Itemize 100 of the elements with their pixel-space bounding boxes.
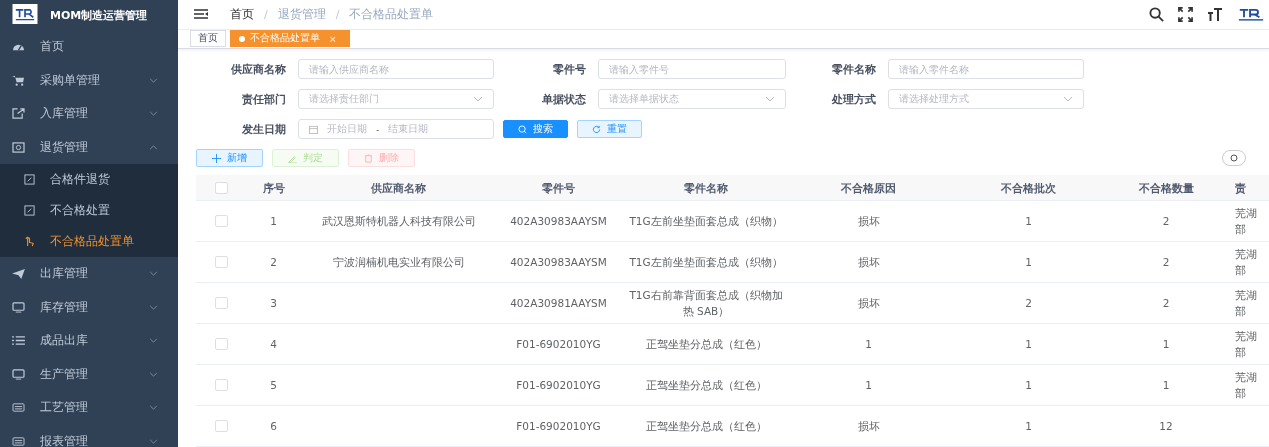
menu-item[interactable]: 库存管理 [0, 290, 178, 324]
table-cell-text: T1G左前坐垫面套总成（织物） [629, 255, 783, 270]
column-header: 零件号 [542, 180, 575, 196]
field-label: 处理方式 [831, 91, 877, 107]
menu-icon[interactable] [194, 9, 208, 20]
table-cell-text: 1 [1025, 337, 1032, 352]
table-cell-text: 1 [1025, 378, 1032, 393]
menu-item[interactable]: 工艺管理 [0, 391, 178, 425]
checkbox[interactable] [214, 256, 228, 268]
table-cell-text: 402A30981AAYSM [510, 296, 607, 311]
menu-item[interactable]: 出库管理 [0, 257, 178, 291]
table-cell-text: T1G右前靠背面套总成（织物加热 SAB） [629, 288, 783, 319]
checkbox[interactable] [214, 420, 228, 432]
table-cell-text: 6 [270, 419, 277, 434]
menu-item[interactable]: 退货管理 [0, 130, 178, 164]
table-cell-text: 1 [865, 337, 872, 352]
calendar-icon [309, 124, 318, 134]
refresh-icon [592, 124, 601, 134]
menu-item[interactable]: 报表管理 [0, 424, 178, 447]
field-label: 零件号 [552, 61, 587, 77]
menu-item[interactable]: 生产管理 [0, 357, 178, 391]
cart-icon [12, 74, 25, 86]
table-cell-text: 1 [1025, 255, 1032, 270]
field-label: 发生日期 [241, 121, 287, 137]
table-cell-text: 损坏 [857, 255, 880, 270]
table-cell-text: 1 [865, 378, 872, 393]
table-cell-text: 芜湖部 [1235, 247, 1258, 278]
date-range-field[interactable]: 开始日期 - 结束日期 [298, 119, 494, 139]
submenu-item[interactable]: 合格件退货 [0, 164, 178, 195]
fullscreen-icon[interactable] [1178, 6, 1193, 22]
column-header: 序号 [262, 180, 285, 196]
monitor-icon [12, 368, 25, 380]
checkbox[interactable] [214, 181, 228, 194]
page-tab[interactable]: 首页 [190, 30, 226, 48]
column-header: 不合格数量 [1138, 180, 1194, 196]
table-cell-text: 2 [1162, 296, 1170, 311]
checkbox[interactable] [214, 379, 228, 391]
table-cell-text: 芜湖部 [1235, 206, 1258, 237]
field-label: 供应商名称 [230, 61, 287, 77]
table-cell-text: 1 [1162, 378, 1170, 393]
checkbox[interactable] [214, 297, 228, 309]
monitor-icon [12, 301, 25, 313]
menu-item[interactable]: 首页 [0, 30, 178, 64]
table-cell-text: 1 [1025, 214, 1032, 229]
edit-icon [24, 205, 35, 216]
checkbox[interactable] [214, 215, 228, 227]
table-cell-text: 芜湖部 [1235, 288, 1258, 319]
table-cell-text: 正驾坐垫分总成（红色） [645, 337, 767, 352]
input-field[interactable]: 请输入零件号 [598, 59, 786, 79]
keyboard-icon [12, 402, 25, 414]
menu-item[interactable]: 入库管理 [0, 97, 178, 131]
table-cell-text: 2 [270, 255, 277, 270]
avatar-logo-icon[interactable] [1237, 6, 1265, 22]
field-label: 单据状态 [541, 91, 587, 107]
table-cell-text: 损坏 [857, 296, 880, 311]
table-cell-text: 3 [270, 296, 277, 311]
table-cell-text: 芜湖部 [1235, 329, 1258, 360]
edit-icon [288, 153, 297, 163]
checkbox[interactable] [214, 338, 228, 350]
chevron-icon [1063, 96, 1073, 102]
export-icon [12, 108, 25, 120]
table-cell-text: 1 [1025, 419, 1032, 434]
table-cell-text: 2 [1162, 214, 1170, 229]
table-cell-text: F01-6902010YG [516, 378, 601, 393]
table-cell-text: 2 [1162, 255, 1170, 270]
submenu-item[interactable]: 不合格处置 [0, 195, 178, 226]
table-cell-text: 正驾坐垫分总成（红色） [645, 378, 767, 393]
table-cell-text: 2 [1025, 296, 1032, 311]
breadcrumb-separator: / [264, 7, 268, 21]
table-cell-text: 芜湖部 [1235, 370, 1258, 401]
submenu-item[interactable]: 不合格品处置单 [0, 226, 178, 257]
breadcrumb-item[interactable]: 首页 [230, 6, 254, 22]
breadcrumb-separator: / [335, 7, 340, 21]
paper-plane-icon [12, 268, 25, 280]
field-label: 责任部门 [241, 91, 287, 107]
trash-icon [364, 153, 373, 163]
table-cell-text: T1G左前坐垫面套总成（织物） [629, 214, 783, 229]
column-header: 不合格原因 [841, 180, 896, 196]
input-field[interactable]: 请输入供应商名称 [298, 59, 494, 79]
chevron-icon [765, 96, 775, 102]
column-header: 不合格批次 [1001, 180, 1056, 196]
column-header: 责 [1235, 180, 1247, 196]
menu-item[interactable]: 成品出库 [0, 324, 178, 358]
table-cell-text: 武汉恩斯特机器人科技有限公司 [321, 214, 476, 229]
breadcrumb-item: 不合格品处置单 [349, 6, 434, 22]
table-cell-text: 402A30983AAYSM [510, 214, 607, 229]
column-header: 供应商名称 [371, 180, 426, 196]
edit-icon [24, 174, 35, 185]
table-cell-text: 宁波润楠机电实业有限公司 [332, 255, 465, 270]
table-cell-text: 4 [270, 337, 277, 352]
table-cell-text: F01-6902010YG [516, 419, 601, 434]
input-field[interactable]: 请输入零件名称 [888, 59, 1084, 79]
table-cell-text: F01-6902010YG [516, 337, 601, 352]
field-label: 零件名称 [831, 61, 877, 77]
menu-item[interactable]: 采购单管理 [0, 63, 178, 97]
hand-icon [24, 236, 35, 247]
table-cell-text: 1 [270, 214, 277, 229]
font-size-icon[interactable] [1207, 7, 1223, 22]
logo-icon [12, 4, 40, 26]
column-header: 零件名称 [684, 180, 728, 196]
